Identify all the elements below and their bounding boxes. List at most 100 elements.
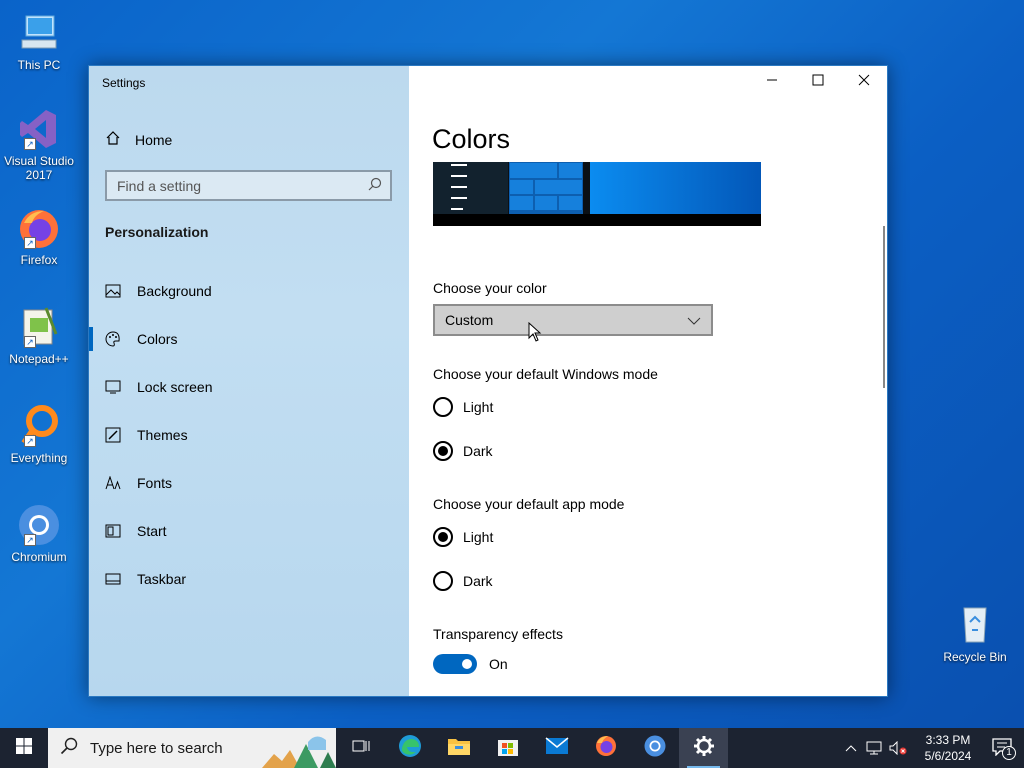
window-title: Settings (102, 76, 146, 90)
toggle-state: On (489, 656, 508, 672)
computer-icon (16, 10, 62, 56)
radio-circle (433, 571, 453, 591)
sidebar-item-label: Lock screen (137, 379, 213, 395)
sidebar-item-fonts[interactable]: Fonts (89, 459, 409, 507)
firefox-icon: ↗ (16, 205, 62, 251)
chromium-icon (643, 734, 667, 763)
taskbar-search-placeholder: Type here to search (90, 739, 223, 757)
maximize-icon (812, 73, 824, 91)
page-title: Colors (432, 124, 511, 154)
notepadpp-icon: ↗ (16, 304, 62, 350)
radio-label: Dark (463, 443, 493, 459)
sidebar-item-colors[interactable]: Colors (89, 315, 409, 363)
taskbar-mail-button[interactable] (532, 728, 581, 768)
desktop-icon-label: Recycle Bin (943, 650, 1007, 664)
color-preview-image (433, 162, 761, 226)
firefox-icon (594, 734, 618, 763)
section-heading: Personalization (105, 224, 209, 240)
settings-window: Settings Home Find a setting Personaliza… (88, 65, 888, 697)
transparency-toggle[interactable]: On (433, 654, 508, 674)
sidebar-item-label: Colors (137, 331, 178, 347)
app-mode-label: Choose your default app mode (433, 496, 625, 512)
windows-mode-dark-radio[interactable]: Dark (433, 441, 493, 461)
notification-center-button[interactable]: 1 (980, 728, 1024, 768)
clock[interactable]: 3:33 PM 5/6/2024 (916, 732, 980, 764)
main-content: Colors Choose your color Custom Choose y… (409, 66, 887, 696)
task-view-button[interactable] (336, 728, 385, 768)
taskbar-search-box[interactable]: Type here to search (48, 728, 336, 768)
monitor-icon (105, 379, 121, 395)
minimize-button[interactable] (749, 66, 795, 98)
desktop-icon-notepadpp[interactable]: ↗ Notepad++ (4, 304, 74, 366)
visual-studio-icon: ↗ (16, 106, 62, 152)
volume-muted-icon[interactable] (886, 741, 910, 755)
mouse-cursor-icon (528, 321, 542, 347)
sidebar-item-themes[interactable]: Themes (89, 411, 409, 459)
home-icon (105, 130, 121, 149)
color-mode-dropdown[interactable]: Custom (433, 304, 713, 336)
sidebar-item-lock-screen[interactable]: Lock screen (89, 363, 409, 411)
app-mode-dark-radio[interactable]: Dark (433, 571, 493, 591)
desktop-icon-label: Everything (10, 451, 68, 465)
desktop-icon-firefox[interactable]: ↗ Firefox (4, 205, 74, 267)
settings-icon (693, 735, 715, 762)
windows-mode-light-radio[interactable]: Light (433, 397, 493, 417)
taskbar: Type here to search 3:33 PM 5/6/2024 1 (0, 728, 1024, 768)
scrollbar[interactable] (883, 226, 885, 388)
show-hidden-icons-icon[interactable] (840, 744, 862, 752)
brush-icon (105, 427, 121, 443)
search-icon (368, 177, 382, 194)
taskbar-store-button[interactable] (483, 728, 532, 768)
start-icon (105, 523, 121, 539)
search-input[interactable]: Find a setting (105, 170, 392, 201)
radio-label: Light (463, 399, 494, 415)
network-icon[interactable] (862, 741, 886, 755)
desktop-icon-chromium[interactable]: ↗ Chromium (4, 502, 74, 564)
taskbar-edge-button[interactable] (385, 728, 434, 768)
desktop-icon-everything[interactable]: ↗ Everything (4, 403, 74, 465)
mail-icon (545, 736, 569, 760)
sidebar-item-start[interactable]: Start (89, 507, 409, 555)
taskbar-file-explorer-button[interactable] (434, 728, 483, 768)
radio-circle (433, 441, 453, 461)
radio-label: Dark (463, 573, 493, 589)
sidebar: Settings Home Find a setting Personaliza… (89, 66, 409, 696)
app-mode-light-radio[interactable]: Light (433, 527, 493, 547)
system-tray: 3:33 PM 5/6/2024 1 (840, 728, 1024, 768)
close-icon (858, 73, 870, 91)
maximize-button[interactable] (795, 66, 841, 98)
image-icon (105, 283, 121, 299)
sidebar-item-background[interactable]: Background (89, 267, 409, 315)
sidebar-item-label: Themes (137, 427, 188, 443)
palette-icon (105, 331, 121, 347)
toggle-track (433, 654, 477, 674)
radio-circle (433, 397, 453, 417)
edge-icon (398, 734, 422, 763)
windows-mode-label: Choose your default Windows mode (433, 366, 658, 382)
search-magnifier-icon: ↗ (16, 403, 62, 449)
sidebar-item-taskbar[interactable]: Taskbar (89, 555, 409, 603)
taskbar-chromium-button[interactable] (630, 728, 679, 768)
recycle-bin-icon (952, 600, 998, 646)
close-button[interactable] (841, 66, 887, 98)
clock-time: 3:33 PM (925, 733, 971, 747)
taskbar-firefox-button[interactable] (581, 728, 630, 768)
clock-date: 5/6/2024 (924, 749, 972, 763)
task-view-icon (352, 738, 370, 759)
start-button[interactable] (0, 728, 48, 768)
font-icon (105, 475, 121, 491)
sidebar-item-label: Fonts (137, 475, 173, 491)
sidebar-home-label: Home (135, 131, 173, 148)
sidebar-item-label: Start (137, 523, 167, 539)
desktop-icon-visual-studio[interactable]: ↗ Visual Studio 2017 (4, 106, 74, 182)
minimize-icon (766, 73, 778, 91)
taskbar-settings-button[interactable] (679, 728, 728, 768)
chromium-icon: ↗ (16, 502, 62, 548)
search-placeholder: Find a setting (117, 177, 202, 194)
sidebar-item-home[interactable]: Home (105, 130, 172, 149)
desktop-icon-label: Firefox (20, 253, 58, 267)
desktop-icon-recycle-bin[interactable]: Recycle Bin (940, 600, 1010, 664)
search-highlight-illustration-icon (260, 728, 336, 768)
notification-count-badge: 1 (1002, 746, 1016, 760)
desktop-icon-this-pc[interactable]: This PC (4, 10, 74, 72)
